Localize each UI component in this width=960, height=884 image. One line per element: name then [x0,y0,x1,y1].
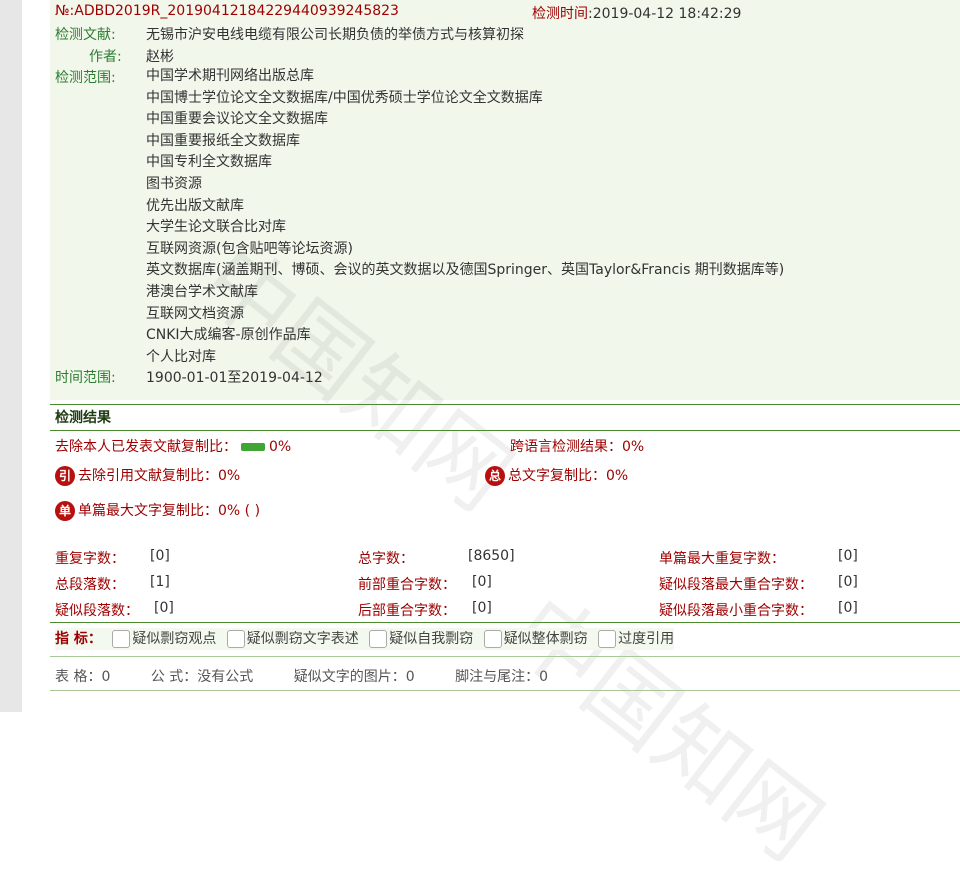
scope-item: 互联网文档资源 [146,305,244,322]
total-ratio: 总总文字复制比：0% [485,465,628,486]
scope-item: 优先出版文献库 [146,197,244,214]
cite-excluded-label: 去除引用文献复制比： [78,468,218,484]
single-max-ratio: 单单篇最大文字复制比：0% ( ) [55,500,260,521]
para-min-overlap-label: 疑似段落最小重合字数： [659,603,813,619]
indicators-row: 指 标： 疑似剽窃观点 疑似剽窃文字表述 疑似自我剽窃 疑似整体剽窃 过度引用 [55,628,675,650]
total-paragraphs-value: [1] [150,574,170,590]
back-overlap-label: 后部重合字数： [358,603,456,619]
cross-language-value: 0% [622,439,645,455]
indicator-checkbox[interactable] [483,630,502,648]
total-chars-label: 总字数： [358,551,414,567]
page-left-margin [0,0,22,712]
indicator-label: 疑似剽窃文字表述 [246,631,359,647]
para-min-overlap-value: [0] [838,600,858,616]
report-number-row: №:ADBD2019R_20190412184229440939245823 [55,3,399,19]
indicator-checkbox[interactable] [369,630,388,648]
divider [50,430,960,431]
text-images-count: 疑似文字的图片：0 [293,669,415,685]
check-report: 中国知网 中国知网 №:ADBD2019R_201904121842294409… [50,0,960,881]
scope-item: 图书资源 [146,175,202,192]
time-range-label: 时间范围: [55,370,116,386]
dup-chars-value: [0] [150,548,170,564]
indicators-label: 指 标： [55,631,102,647]
scope-item: CNKI大成编客-原创作品库 [146,327,311,344]
cite-excluded-value: 0% [218,468,241,484]
footnotes-count: 脚注与尾注：0 [455,669,549,685]
scope-item: 互联网资源(包含贴吧等论坛资源) [146,240,353,257]
divider [50,404,960,405]
scope-item: 英文数据库(涵盖期刊、博硕、会议的英文数据以及德国Springer、英国Tayl… [146,262,785,279]
single-badge-icon: 单 [55,501,75,521]
self-excluded-value: 0% [269,439,292,455]
scope-item: 港澳台学术文献库 [146,283,258,300]
single-max-label: 单篇最大文字复制比： [78,503,218,519]
divider [50,622,960,623]
indicator-label: 疑似剽窃观点 [132,631,217,647]
self-excluded-label: 去除本人已发表文献复制比： [55,439,237,455]
total-ratio-value: 0% [606,468,629,484]
document-label: 检测文献: [55,27,116,43]
results-title: 检测结果 [55,410,111,426]
back-overlap-value: [0] [472,600,492,616]
formulas-count: 公 式：没有公式 [150,669,254,685]
cross-language-result: 跨语言检测结果：0% [510,436,644,456]
time-range-value: 1900-01-01至2019-04-12 [146,370,323,386]
check-time-row: 检测时间:2019-04-12 18:42:29 [532,3,741,23]
single-max-dup-value: [0] [838,548,858,564]
cite-badge-icon: 引 [55,466,75,486]
scope-list: 中国学术期刊网络出版总库 中国博士学位论文全文数据库/中国优秀硕士学位论文全文数… [146,66,784,368]
scope-item: 中国专利全文数据库 [146,154,272,171]
suspect-paragraphs-label: 疑似段落数： [55,603,139,619]
self-excluded-ratio: 去除本人已发表文献复制比： 0% [55,436,291,456]
author-name: 赵彬 [146,49,174,65]
tables-count: 表 格：0 [55,669,111,685]
para-max-overlap-value: [0] [838,574,858,590]
scope-item: 个人比对库 [146,348,216,365]
single-max-value: 0% ( ) [218,503,261,519]
check-time-value: :2019-04-12 18:42:29 [588,6,742,22]
front-overlap-label: 前部重合字数： [358,577,456,593]
footer-counts: 表 格：0 公 式：没有公式 疑似文字的图片：0 脚注与尾注：0 [55,666,584,686]
author-label: 作者: [89,49,122,65]
report-number: №:ADBD2019R_20190412184229440939245823 [55,3,399,19]
indicator-checkbox[interactable] [598,630,617,648]
indicator-checkbox[interactable] [112,630,131,648]
total-badge-icon: 总 [485,466,505,486]
scope-label: 检测范围: [55,70,116,86]
divider [50,690,960,691]
dup-chars-label: 重复字数： [55,551,125,567]
front-overlap-value: [0] [472,574,492,590]
cross-language-label: 跨语言检测结果： [510,439,622,455]
scope-item: 中国重要报纸全文数据库 [146,132,300,149]
divider [50,656,960,657]
total-ratio-label: 总文字复制比： [508,468,606,484]
indicator-label: 疑似自我剽窃 [389,631,474,647]
scope-item: 中国学术期刊网络出版总库 [146,68,314,84]
suspect-paragraphs-value: [0] [154,600,174,616]
single-max-dup-label: 单篇最大重复字数： [659,551,785,567]
ratio-bar [241,443,265,451]
scope-item: 大学生论文联合比对库 [146,219,286,236]
total-chars-value: [8650] [468,548,515,564]
indicator-label: 过度引用 [618,631,675,647]
scope-item: 中国博士学位论文全文数据库/中国优秀硕士学位论文全文数据库 [146,89,543,106]
check-time-label: 检测时间 [532,6,588,22]
document-title: 无锡市沪安电线电缆有限公司长期负债的举债方式与核算初探 [146,27,524,43]
para-max-overlap-label: 疑似段落最大重合字数： [659,577,813,593]
indicator-checkbox[interactable] [226,630,245,648]
total-paragraphs-label: 总段落数： [55,577,125,593]
cite-excluded-ratio: 引去除引用文献复制比：0% [55,465,240,486]
indicator-label: 疑似整体剽窃 [503,631,588,647]
scope-item: 中国重要会议论文全文数据库 [146,111,328,128]
